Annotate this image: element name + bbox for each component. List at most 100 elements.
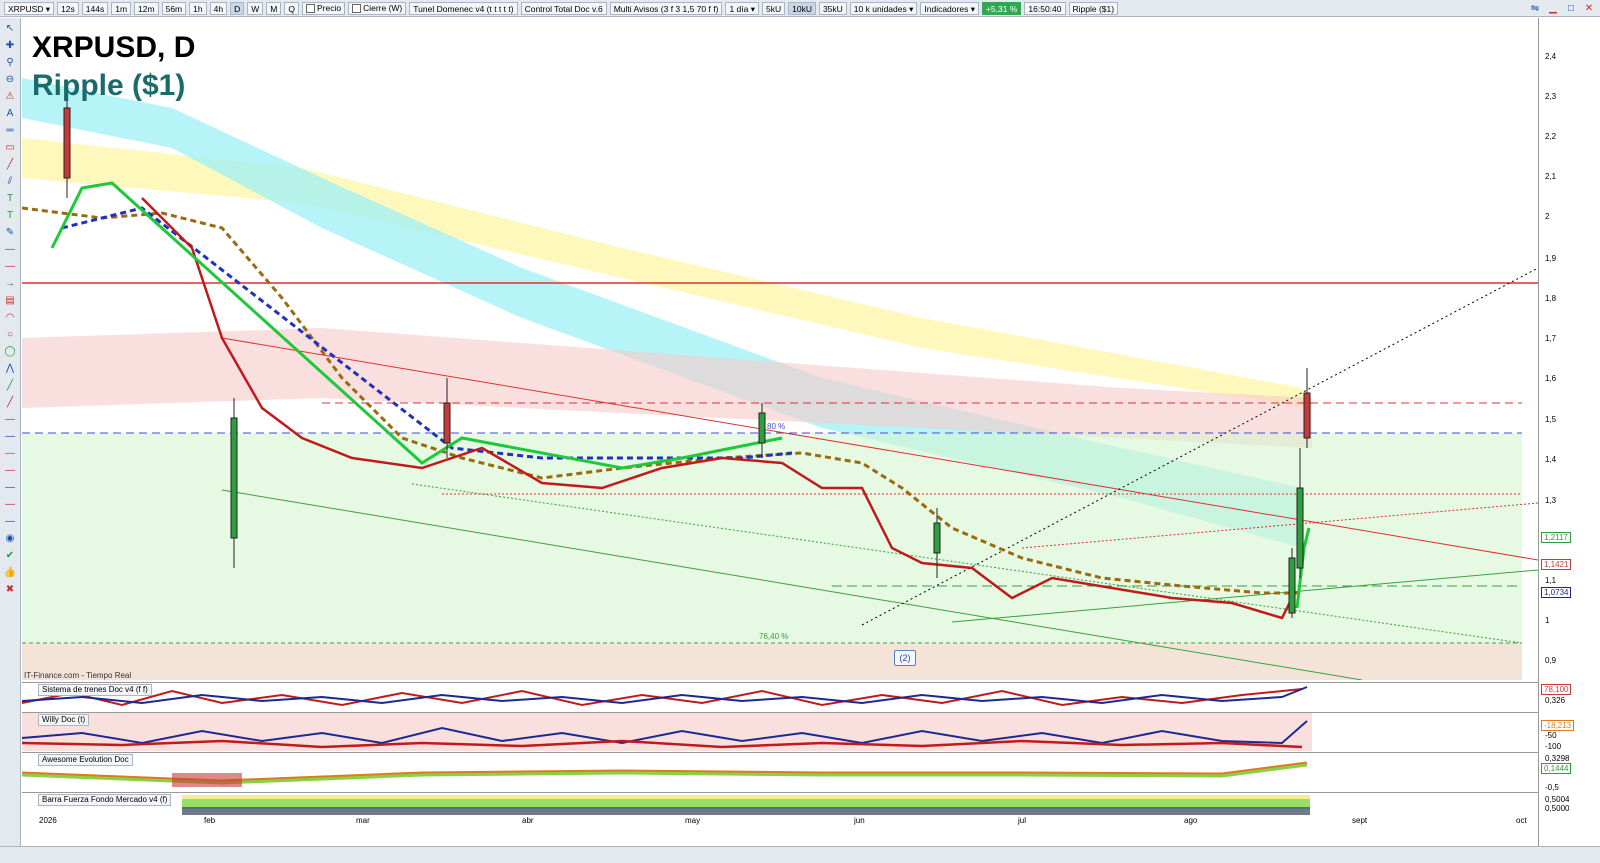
hline-blue-icon[interactable]: —: [3, 430, 17, 444]
indicators-button[interactable]: Indicadores ▾: [920, 1, 979, 15]
hline-blue-icon[interactable]: —: [3, 481, 17, 495]
date-label: sept: [1352, 816, 1368, 825]
channel-icon[interactable]: ⫽: [3, 175, 17, 189]
fibonacci-icon[interactable]: T: [3, 192, 17, 206]
awesome-value-2: 0,1444: [1541, 763, 1572, 774]
price-tag-green: 1,2117: [1541, 532, 1571, 543]
unit-10ku-button[interactable]: 10kU: [788, 1, 816, 15]
willy-value-2: -50: [1545, 731, 1557, 740]
timeframe-d-button[interactable]: D: [230, 1, 245, 15]
trains-value-1: 78,100: [1541, 684, 1572, 695]
arc-icon[interactable]: ◠: [3, 311, 17, 325]
price-label: 2: [1545, 212, 1550, 221]
period-selector[interactable]: 1 día ▾: [725, 1, 759, 15]
price-label: 1,6: [1545, 374, 1557, 383]
indicators-label: Indicadores: [924, 3, 969, 14]
indicator-tab-avisos[interactable]: Multi Avisos (3 f 3 1,5 70 f f): [609, 1, 723, 15]
subpanel-barra[interactable]: Barra Fuerza Fondo Mercado v4 (f): [22, 792, 1538, 817]
price-label: 1,5: [1545, 415, 1557, 424]
subpanel-trains[interactable]: Sistema de trenes Doc v4 (f f): [21, 682, 1538, 711]
pencil-icon[interactable]: ✎: [3, 226, 17, 240]
date-label: may: [685, 816, 701, 825]
willy-svg: [21, 713, 1312, 751]
timeframe-w-button[interactable]: W: [247, 1, 264, 15]
maximize-icon[interactable]: □: [1564, 2, 1578, 16]
settings-icon[interactable]: ⇋: [1528, 2, 1542, 16]
ruler-icon[interactable]: ▤: [3, 294, 17, 308]
price-label: 0,9: [1545, 656, 1557, 665]
delete-icon[interactable]: ✖: [3, 583, 17, 597]
zoom-icon[interactable]: ⚲: [3, 56, 17, 70]
symbol-selector[interactable]: XRPUSD ▾: [4, 1, 55, 15]
circle-icon[interactable]: ○: [3, 328, 17, 342]
rectangle-icon[interactable]: ▭: [3, 141, 17, 155]
thumb-up-icon[interactable]: 👍: [3, 566, 17, 580]
minimize-icon[interactable]: ▁: [1546, 2, 1560, 16]
subpanel-barra-label: Barra Fuerza Fondo Mercado v4 (f): [38, 794, 172, 806]
units-selector[interactable]: 10 k unidades ▾: [849, 1, 918, 15]
indicator-tab-control[interactable]: Control Total Doc v.6: [520, 1, 607, 15]
line-red-icon[interactable]: —: [3, 243, 17, 257]
chart-subtitle: Ripple ($1): [32, 69, 186, 102]
timeframe-56m-button[interactable]: 56m: [161, 1, 187, 15]
line-red-icon[interactable]: ╱: [3, 396, 17, 410]
hline-green-icon[interactable]: —: [3, 447, 17, 461]
close-icon[interactable]: ✕: [1582, 2, 1596, 16]
timeframe-1m-button[interactable]: 1m: [111, 1, 132, 15]
price-chart[interactable]: (2) 80 % 76,40 %: [22, 18, 1538, 680]
name-badge: Ripple ($1): [1068, 1, 1119, 15]
trains-svg: [21, 686, 1308, 707]
unit-5ku-button[interactable]: 5kU: [761, 1, 786, 15]
close-checkbox[interactable]: Cierre (W): [348, 1, 407, 15]
date-label: mar: [356, 816, 370, 825]
crosshair-icon[interactable]: ✚: [3, 39, 17, 53]
trendline-icon[interactable]: ╱: [3, 158, 17, 172]
date-axis[interactable]: 2026 feb mar abr may jun jul ago sept oc…: [22, 816, 1538, 828]
price-label: 1: [1545, 616, 1550, 625]
wave-marker[interactable]: (2): [894, 650, 916, 666]
text-icon[interactable]: A: [3, 107, 17, 121]
timeframe-1h-button[interactable]: 1h: [189, 1, 207, 15]
timeframe-12s-button[interactable]: 12s: [57, 1, 79, 15]
alert-icon[interactable]: ⚠: [3, 90, 17, 104]
price-axis[interactable]: 2,4 2,3 2,2 2,1 2 1,9 1,8 1,7 1,6 1,5 1,…: [1538, 18, 1600, 846]
timeframe-q-button[interactable]: Q: [284, 1, 299, 15]
hline-red-icon[interactable]: —: [3, 464, 17, 478]
hline-red-icon[interactable]: —: [3, 498, 17, 512]
hline-icon[interactable]: —: [3, 413, 17, 427]
timeframe-m-button[interactable]: M: [266, 1, 282, 15]
target-icon[interactable]: T: [3, 209, 17, 223]
indicator-tab-tunel[interactable]: Tunel Domenec v4 (t t t t t): [409, 1, 518, 15]
price-check-label: Precio: [316, 2, 342, 13]
date-label: 2026: [39, 816, 57, 825]
pattern-icon[interactable]: ⋀: [3, 362, 17, 376]
trains-value-2: 0,326: [1545, 696, 1566, 705]
timeframe-144s-button[interactable]: 144s: [81, 1, 109, 15]
unit-35ku-button[interactable]: 35kU: [818, 1, 847, 15]
price-label: 1,1: [1545, 576, 1557, 585]
price-checkbox[interactable]: Precio: [301, 1, 346, 15]
ellipse-icon[interactable]: ◯: [3, 345, 17, 359]
subpanel-awesome[interactable]: Awesome Evolution Doc: [21, 752, 1538, 791]
zoom-out-icon[interactable]: ⊖: [3, 73, 17, 87]
period-label: 1 día: [729, 3, 749, 14]
line-red-icon[interactable]: —: [3, 260, 17, 274]
timeframe-12m-button[interactable]: 12m: [134, 1, 159, 15]
price-label: 2,4: [1545, 52, 1557, 61]
pct-high-label: 80 %: [767, 422, 786, 431]
horizontal-line-icon[interactable]: ═: [3, 124, 17, 138]
price-tag-blue: 1,0734: [1541, 587, 1572, 598]
units-label: 10 k unidades: [853, 3, 907, 14]
hline-blue-icon[interactable]: —: [3, 515, 17, 529]
timeframe-4h-button[interactable]: 4h: [209, 1, 228, 15]
top-toolbar: XRPUSD ▾ 12s 144s 1m 12m 56m 1h 4h D W M…: [0, 0, 1600, 17]
subpanel-willy[interactable]: Willy Doc (t): [21, 712, 1538, 751]
checkbox-icon: [305, 3, 315, 13]
line-green-icon[interactable]: ╱: [3, 379, 17, 393]
chart-svg: [22, 78, 1538, 680]
subpanel-trains-label: Sistema de trenes Doc v4 (f f): [38, 684, 152, 696]
cursor-icon[interactable]: ↖: [3, 22, 17, 36]
ray-icon[interactable]: →: [3, 277, 17, 291]
check-icon[interactable]: ✔: [3, 549, 17, 563]
eye-icon[interactable]: ◉: [3, 532, 17, 546]
